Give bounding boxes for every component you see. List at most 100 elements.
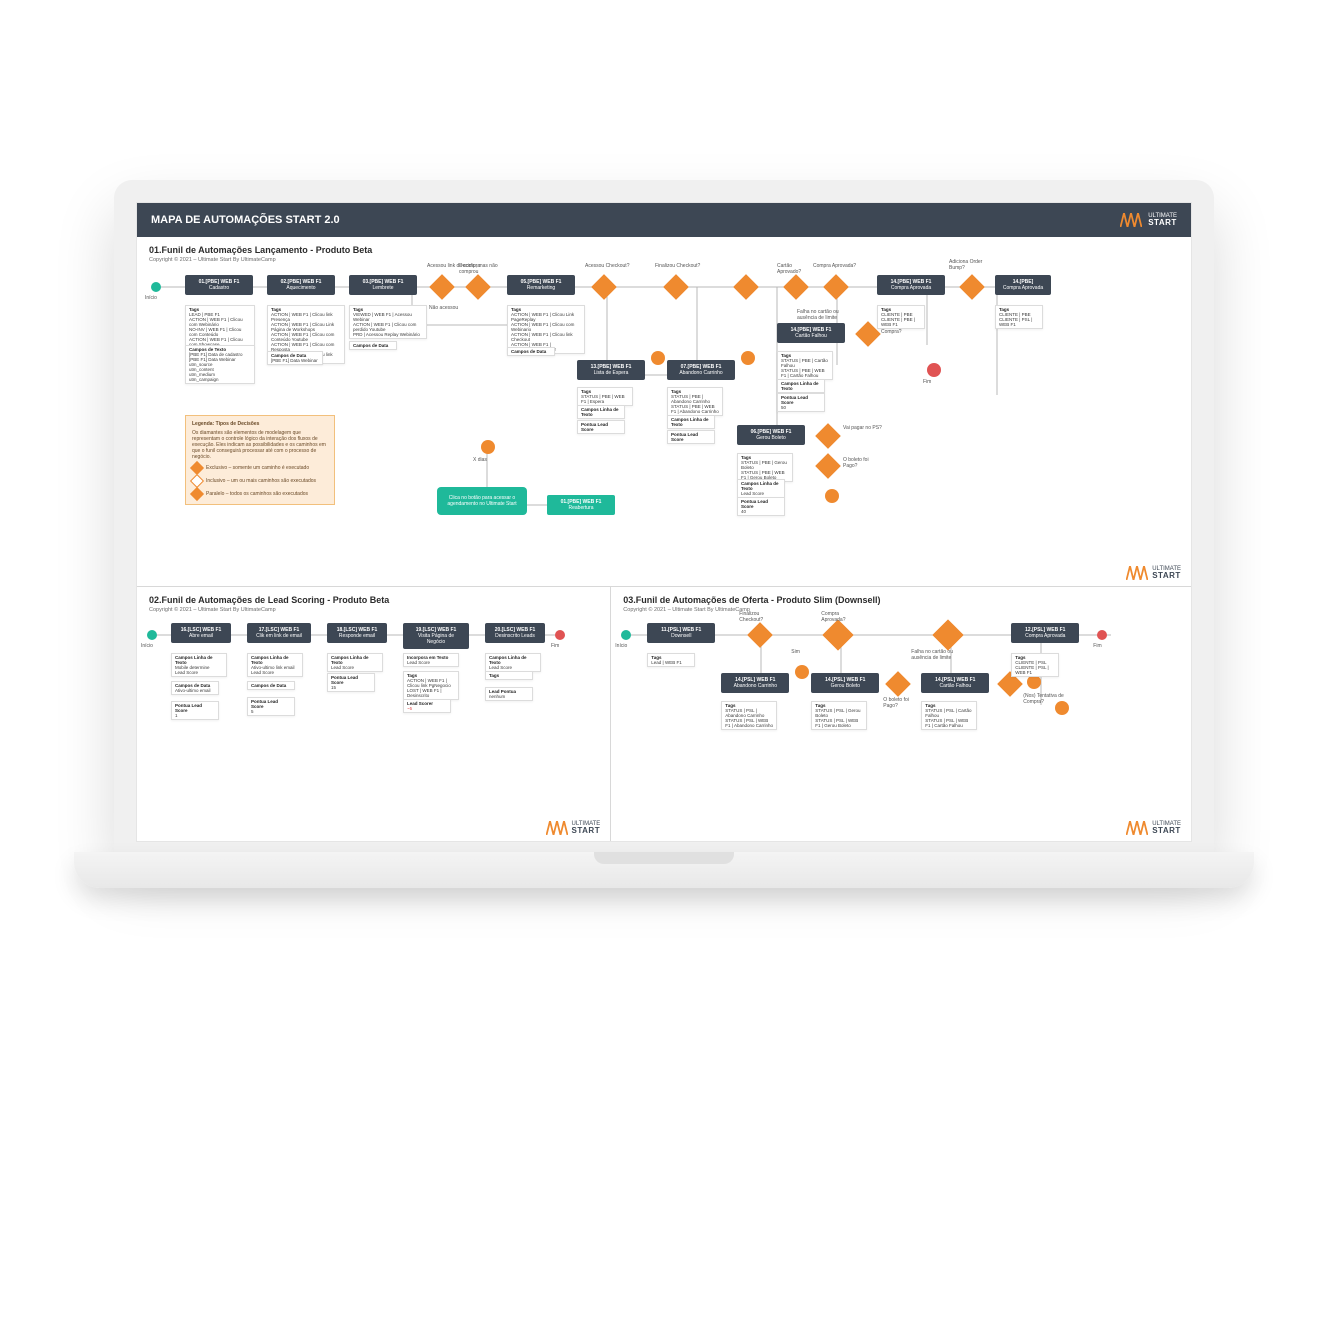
card-linha-boleto: Campos Linha de TextoLead Score <box>737 479 785 498</box>
decision-vaipagarps[interactable] <box>815 423 840 448</box>
screen-bezel: MAPA DE AUTOMAÇÕES START 2.0 ULTIMATE ST… <box>114 180 1214 852</box>
node-reabertura[interactable]: 01.[PBE] WEB F1Reabertura <box>547 495 615 515</box>
wait-icon <box>481 440 495 454</box>
panels-bottom: 02.Funil de Automações de Lead Scoring -… <box>137 587 1191 841</box>
panel-01-canvas: Início 01.[PBE] WEB F1Cadastro 02.[PBE] … <box>137 265 1191 586</box>
node-lembrete[interactable]: 03.[PBE] WEB F1Lembrete <box>349 275 417 295</box>
end-label: Fim <box>551 643 559 649</box>
decision-compra-aprov[interactable] <box>823 620 854 651</box>
start-dot <box>147 630 157 640</box>
node-responde[interactable]: 18.[LSC] WEB F1Responde email <box>327 623 387 643</box>
brand-mark-icon <box>1120 213 1142 227</box>
node-teal-note[interactable]: Clica no botão para acessar o agendament… <box>437 487 527 515</box>
dec-label: Adiciona Order Bump? <box>949 259 999 271</box>
brand-line2: START <box>1148 219 1177 227</box>
card: Campos Linha de TextoLead Score <box>327 653 383 672</box>
node-downsell[interactable]: 11.[PSL] WEB F1Downsell <box>647 623 715 643</box>
node-abandono[interactable]: 07.[PBE] WEB F1Abandono Carrinho <box>667 360 735 380</box>
decision-finalizou[interactable] <box>748 623 773 648</box>
node-remarketing[interactable]: 05.[PBE] WEB F1Remarketing <box>507 275 575 295</box>
start-dot <box>621 630 631 640</box>
connector <box>741 351 755 365</box>
dec-label: Acessou Checkout? <box>585 263 629 269</box>
panel-02-canvas: Início 16.[LSC] WEB F1Abre email 17.[LSC… <box>137 615 610 841</box>
node-compra2[interactable]: 14.[PBE]Compra Aprovada <box>995 275 1051 295</box>
card-tags-cartao: TagsSTATUS | PBE | Cartão FalhouSTATUS |… <box>777 351 833 380</box>
card: Pontua Lead Score5 <box>247 697 295 716</box>
app-titlebar: MAPA DE AUTOMAÇÕES START 2.0 ULTIMATE ST… <box>137 203 1191 237</box>
decision-cartao-aprovado[interactable] <box>783 274 808 299</box>
card: Campos de DataAtivo-ultimo email <box>171 681 219 695</box>
start-label: Início <box>615 643 627 649</box>
panel-02-copyright: Copyright © 2021 – Ultimate Start By Ult… <box>149 607 598 613</box>
legend-exclusivo: Exclusivo – somente um caminho é executa… <box>206 465 309 471</box>
card-tags-espera: TagsSTATUS | PBE | WEB F1 | Espera <box>577 387 633 406</box>
node-compra-aprov[interactable]: 12.[PSL] WEB F1Compra Aprovada <box>1011 623 1079 643</box>
start-dot <box>151 282 161 292</box>
decision-compra-apro2[interactable] <box>823 274 848 299</box>
node-visita-pagina[interactable]: 19.[LSC] WEB F1Visita Página de Negócio <box>403 623 469 649</box>
node-aquecimento[interactable]: 02.[PBE] WEB F1Aquecimento <box>267 275 335 295</box>
dec-label: Compra Aprovada? <box>813 263 857 269</box>
node-abre-email[interactable]: 16.[LSC] WEB F1Abre email <box>171 623 231 643</box>
decision-decidiu[interactable] <box>465 274 490 299</box>
end-label: Fim <box>1093 643 1101 649</box>
panel-02-title: 02.Funil de Automações de Lead Scoring -… <box>149 595 598 605</box>
node-gerou-boleto[interactable]: 06.[PBE] WEB F1Gerou Boleto <box>737 425 805 445</box>
card-tags-cliente2: TagsCLIENTE | PBECLIENTE | PSL | WEB F1 <box>995 305 1043 329</box>
node-lista-espera[interactable]: 13.[PBE] WEB F1Lista de Espera <box>577 360 645 380</box>
node-cadastro[interactable]: 01.[PBE] WEB F1Cadastro <box>185 275 253 295</box>
card-campos-2: Campos de Data[PBE F1] Data Webinar <box>267 351 323 365</box>
decision-acessou-checkout[interactable] <box>591 274 616 299</box>
decision-finalizou-checkout[interactable] <box>663 274 688 299</box>
connector <box>1027 675 1041 689</box>
panel-02-logo: ULTIMATESTART <box>546 821 601 835</box>
decision-boletopago[interactable] <box>815 453 840 478</box>
card: TagsSTATUS | PSL | Abandono CarrinhoSTAT… <box>721 701 777 730</box>
card-tags-1: TagsLEAD | PBE F1ACTION | WEB F1 | Clico… <box>185 305 255 349</box>
card-score-espera: Pontua Lead Score <box>577 420 625 434</box>
node-compra-aprovada[interactable]: 14.[PBE] WEB F1Compra Aprovada <box>877 275 945 295</box>
node-abandono-psl[interactable]: 14.[PSL] WEB F1Abandono Carrinho <box>721 673 789 693</box>
card-tags-boleto: TagsSTATUS | PBE | Gerou BoletoSTATUS | … <box>737 453 793 482</box>
card-tags-cliente: TagsCLIENTE | PBECLIENTE | PBE | WEB F1 <box>877 305 925 329</box>
brand-mark-icon <box>546 821 568 835</box>
node-boleto-psl[interactable]: 14.[PSL] WEB F1Gerou Boleto <box>811 673 879 693</box>
dec-label: Falha no cartão ou ausência de limite <box>911 649 971 661</box>
card-score-abandono: Pontua Lead Score <box>667 430 715 444</box>
node-clik-link[interactable]: 17.[LSC] WEB F1Clik em link de email <box>247 623 311 643</box>
node-cartao-falhou[interactable]: 14.[PBE] WEB F1Cartão Falhou <box>777 323 845 343</box>
node-cartao-psl[interactable]: 14.[PSL] WEB F1Cartão Falhou <box>921 673 989 693</box>
card: Campos de Data <box>247 681 295 690</box>
panel-03-logo: ULTIMATESTART <box>1126 821 1181 835</box>
decision-compra-aprovada[interactable] <box>733 274 758 299</box>
card: Pontua Lead Score15 <box>327 673 375 692</box>
dec-label: Falha no cartão ou ausência de limite <box>797 309 857 321</box>
card: TagsCLIENTE | PSLCLIENTE | PSL | WEB F1 <box>1011 653 1059 677</box>
connector <box>825 489 839 503</box>
legend-title: Legenda: Tipos de Decisões <box>192 421 328 427</box>
end-label: Fim <box>923 379 931 385</box>
card: TagsSTATUS | PSL | Gerou BoletoSTATUS | … <box>811 701 867 730</box>
card-tags-3: TagsVIEWED | WEB F1 | Acessou WebinarACT… <box>349 305 427 339</box>
dec-label: Decidiu, mas não comprou <box>459 263 509 275</box>
card: Lead Scorer~5 <box>403 699 451 713</box>
decision-cartaofalhou[interactable] <box>933 620 964 651</box>
card-campos-4: Campos de Data <box>507 347 555 356</box>
decision-orderbump[interactable] <box>959 274 984 299</box>
card: TagsSTATUS | PSL | Cartão FalhouSTATUS |… <box>921 701 977 730</box>
legend-body: Os diamantes são elementos de modelagem … <box>192 430 328 460</box>
decision-acessou-link[interactable] <box>429 274 454 299</box>
node-desinscrito[interactable]: 20.[LSC] WEB F1Desinscrito Leads <box>485 623 545 643</box>
dec-label: Finalizou Checkout? <box>739 611 783 623</box>
connector <box>651 351 665 365</box>
end-dot <box>555 630 565 640</box>
start-label: Início <box>141 643 153 649</box>
decision-vaipagar[interactable] <box>886 672 911 697</box>
panel-03-edges <box>611 615 1191 841</box>
card: TagsLead | WEB F1 <box>647 653 695 667</box>
brand-logo: ULTIMATE START <box>1120 213 1177 227</box>
panel-02-edges <box>137 615 610 841</box>
panel-03-canvas: Início 11.[PSL] WEB F1Downsell Finalizou… <box>611 615 1191 841</box>
start-label: Início <box>145 295 157 301</box>
